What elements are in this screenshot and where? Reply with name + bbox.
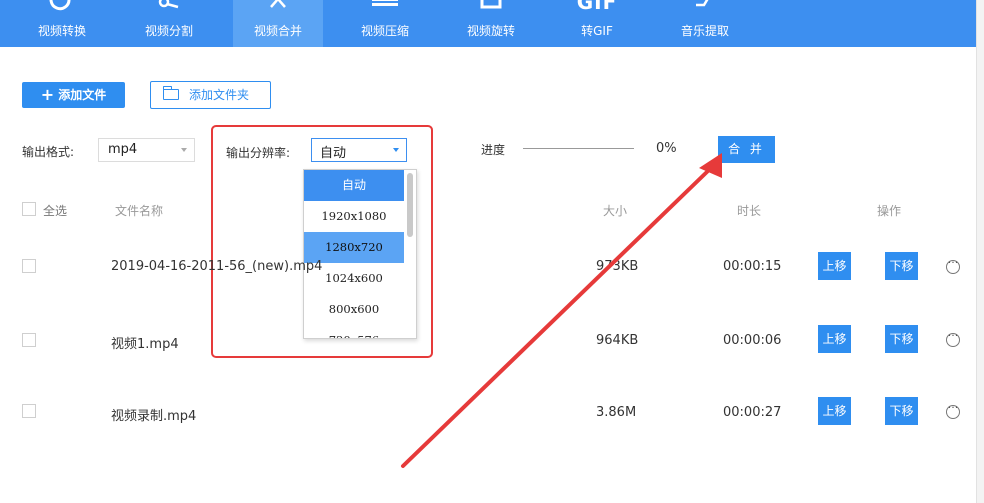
annotation-arrow xyxy=(401,153,722,468)
